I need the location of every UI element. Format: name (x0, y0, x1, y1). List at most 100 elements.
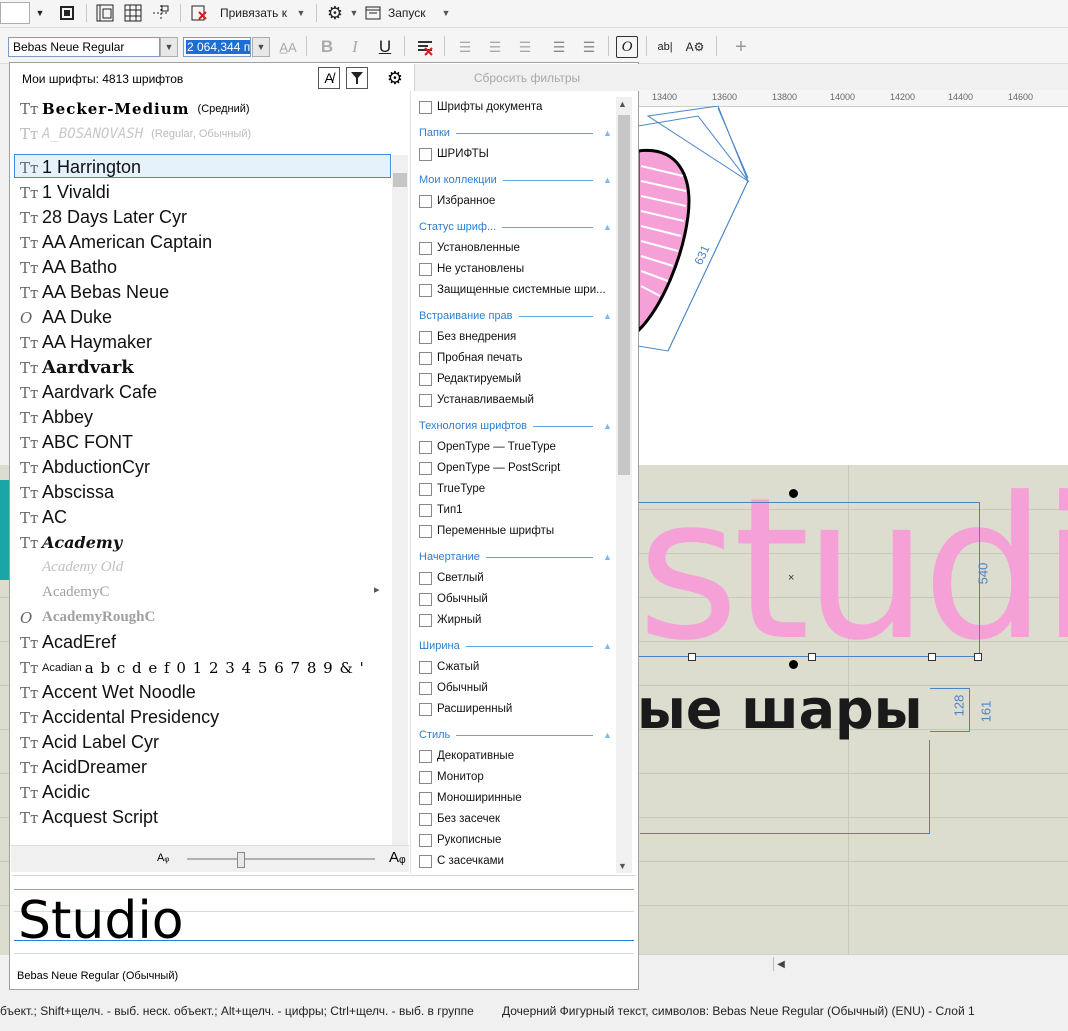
chevron-down-icon[interactable]: ▼ (294, 2, 308, 24)
chevron-up-icon[interactable]: ▲ (603, 128, 615, 138)
launch-button[interactable]: Запуск (388, 2, 438, 24)
zoom-combo[interactable] (0, 2, 30, 24)
chevron-up-icon[interactable]: ▲ (603, 175, 615, 185)
font-list-item[interactable]: Tт AC (20, 505, 390, 530)
checkbox-icon[interactable] (419, 681, 432, 695)
filter-checkbox[interactable]: Жирный (419, 611, 619, 629)
plus-icon[interactable]: + (730, 36, 752, 58)
checkbox-icon[interactable] (419, 791, 432, 805)
font-list-item[interactable]: Tт Abbey (20, 405, 390, 430)
filter-checkbox[interactable]: Расширенный (419, 700, 619, 718)
filter-checkbox[interactable]: Рукописные (419, 831, 619, 849)
chevron-up-icon[interactable]: ▲ (603, 222, 615, 232)
filter-checkbox[interactable]: Избранное (419, 192, 619, 210)
checkbox-icon[interactable] (419, 812, 432, 826)
font-list-item[interactable]: Tт Abscissa (20, 480, 390, 505)
filter-category[interactable]: Статус шриф... ▲ (419, 218, 615, 236)
chevron-right-icon[interactable]: ▸ (374, 583, 380, 596)
filter-checkbox[interactable]: Пробная печать (419, 349, 619, 367)
font-list-item[interactable]: Tт AA American Captain (20, 230, 390, 255)
checkbox-icon[interactable] (419, 592, 432, 606)
balloon-shape[interactable] (638, 106, 838, 366)
bold-icon[interactable]: B (316, 36, 338, 58)
checkbox-icon[interactable] (419, 524, 432, 538)
align-icon[interactable] (414, 36, 436, 58)
selection-handle[interactable] (789, 489, 798, 498)
font-list-item[interactable]: AcademyC (20, 580, 390, 605)
scrollbar-thumb[interactable] (393, 173, 407, 187)
font-list-item[interactable]: Tт 28 Days Later Cyr (20, 205, 390, 230)
checkbox-icon[interactable] (419, 482, 432, 496)
filter-checkbox[interactable]: Без засечек (419, 810, 619, 828)
checkbox-icon[interactable] (419, 854, 432, 868)
font-name-combo[interactable]: Bebas Neue Regular (8, 37, 160, 57)
chevron-up-icon[interactable]: ▲ (603, 552, 615, 562)
font-list-item[interactable]: Tт Accidental Presidency (20, 705, 390, 730)
scrollbar-thumb[interactable] (618, 115, 630, 475)
recent-font-row[interactable]: Tт A_BOSANOVASH (Regular, Обычный) (20, 123, 251, 145)
guidelines-icon[interactable] (150, 2, 172, 24)
filter-checkbox[interactable]: Установленные (419, 239, 619, 257)
font-list-scrollbar[interactable] (392, 155, 408, 845)
filter-checkbox[interactable]: Светлый (419, 569, 619, 587)
font-list-item[interactable]: Tт Aardvark (20, 355, 390, 380)
font-list-item[interactable]: Tт Aardvark Cafe (20, 380, 390, 405)
filter-checkbox[interactable]: Обычный (419, 679, 619, 697)
checkbox-icon[interactable] (419, 571, 432, 585)
node-handle[interactable] (928, 653, 936, 661)
chevron-up-icon[interactable]: ▲ (618, 99, 627, 109)
checkbox-icon[interactable] (419, 194, 432, 208)
font-list-item[interactable]: Tт AcidDreamer (20, 755, 390, 780)
node-handle[interactable] (808, 653, 816, 661)
bullet-list-icon[interactable]: ☰ (454, 36, 476, 58)
font-size-combo[interactable]: 2 064,344 п (183, 37, 251, 57)
filter-category[interactable]: Встраивание прав ▲ (419, 307, 615, 325)
font-list-item[interactable]: Tт AA Bebas Neue (20, 280, 390, 305)
checkbox-icon[interactable] (419, 461, 432, 475)
font-list-item[interactable]: Tт Acidic (20, 780, 390, 805)
filter-checkbox[interactable]: ШРИФТЫ (419, 145, 619, 163)
font-scale-icon[interactable]: A̲A (276, 36, 300, 58)
filter-icon[interactable] (346, 67, 368, 89)
recent-font-row[interactable]: Tт Becker-Medium (Средний) (20, 98, 250, 120)
indent-decrease-icon[interactable]: ☰ (548, 36, 570, 58)
slider-thumb[interactable] (237, 852, 245, 868)
filter-checkbox[interactable]: Редактируемый (419, 370, 619, 388)
checkbox-icon[interactable] (419, 100, 432, 114)
chevron-down-icon[interactable]: ▼ (32, 2, 48, 24)
filter-checkbox[interactable]: Устанавливаемый (419, 391, 619, 409)
font-list-item[interactable]: Academy Old (20, 555, 390, 580)
font-list-item[interactable]: O AA Duke (20, 305, 390, 330)
checkbox-icon[interactable] (419, 833, 432, 847)
filter-category[interactable]: Технология шрифтов ▲ (419, 417, 615, 435)
gear-icon[interactable]: ⚙ (324, 2, 346, 24)
checkbox-icon[interactable] (419, 330, 432, 344)
filter-checkbox[interactable]: OpenType — PostScript (419, 459, 619, 477)
checkbox-icon[interactable] (419, 660, 432, 674)
numbered-list-icon[interactable]: ☰ (484, 36, 506, 58)
checkbox-icon[interactable] (419, 283, 432, 297)
filter-checkbox[interactable]: Без внедрения (419, 328, 619, 346)
reset-filters-button[interactable]: Сбросить фильтры (414, 64, 639, 91)
filter-checkbox[interactable]: Сжатый (419, 658, 619, 676)
filter-checkbox[interactable]: Переменные шрифты (419, 522, 619, 540)
font-list-item[interactable]: Tт Acquest Script (20, 805, 390, 830)
chevron-down-icon[interactable]: ▼ (440, 2, 452, 24)
filter-category[interactable]: Ширина ▲ (419, 637, 615, 655)
font-list-item[interactable]: Tт ABC FONT (20, 430, 390, 455)
drop-cap-icon[interactable]: ☰ (514, 36, 536, 58)
font-list-item[interactable]: Tт 1 Vivaldi (20, 180, 390, 205)
filter-checkbox[interactable]: Тип1 (419, 501, 619, 519)
filter-category[interactable]: Начертание ▲ (419, 548, 615, 566)
filter-category[interactable]: Папки ▲ (419, 124, 615, 142)
rulers-icon[interactable] (94, 2, 116, 24)
font-list-item[interactable]: Tт Acid Label Cyr (20, 730, 390, 755)
chevron-up-icon[interactable]: ▲ (603, 730, 615, 740)
snap-to-button[interactable]: Привязать к (220, 2, 300, 24)
font-list-item[interactable]: Tт 1 Harrington (20, 155, 390, 180)
filter-checkbox[interactable]: TrueType (419, 480, 619, 498)
filter-checkbox[interactable]: Обычный (419, 590, 619, 608)
chevron-down-icon[interactable]: ▼ (160, 37, 178, 57)
chevron-left-icon[interactable]: ◀ (773, 957, 788, 971)
font-list-item[interactable]: Tт AbductionCyr (20, 455, 390, 480)
